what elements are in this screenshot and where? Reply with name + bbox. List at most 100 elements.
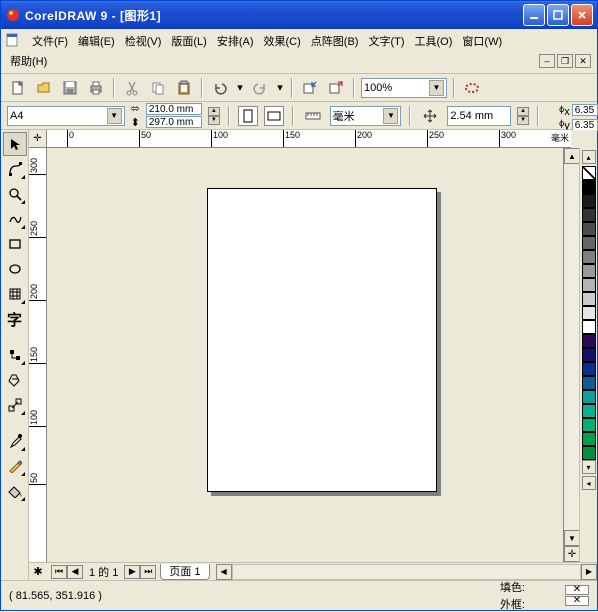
ellipse-tool[interactable] bbox=[3, 257, 27, 281]
paper-dropdown[interactable]: ▼ bbox=[107, 108, 122, 124]
drawing-page[interactable] bbox=[207, 188, 437, 492]
dup-x-input[interactable]: 6.35 bbox=[572, 104, 598, 116]
nudge-input[interactable]: 2.54 mm bbox=[447, 106, 511, 126]
import-button[interactable] bbox=[299, 77, 321, 99]
redo-button[interactable] bbox=[249, 77, 271, 99]
menu-layout[interactable]: 版面(L) bbox=[166, 31, 211, 51]
scroll-up-button[interactable]: ▲ bbox=[564, 148, 580, 164]
color-swatch[interactable] bbox=[582, 292, 596, 306]
color-swatch[interactable] bbox=[582, 194, 596, 208]
eyedropper-tool[interactable] bbox=[3, 429, 27, 453]
color-swatch[interactable] bbox=[582, 390, 596, 404]
color-swatch[interactable] bbox=[582, 236, 596, 250]
scroll-down-button[interactable]: ▼ bbox=[564, 530, 580, 546]
polygon-tool[interactable] bbox=[3, 282, 27, 306]
color-swatch[interactable] bbox=[582, 166, 596, 180]
horizontal-ruler[interactable]: 毫米 050100150200250300 bbox=[47, 130, 571, 148]
color-swatch[interactable] bbox=[582, 432, 596, 446]
palette-expand-button[interactable]: ◂ bbox=[582, 476, 596, 490]
outline-tool[interactable] bbox=[3, 454, 27, 478]
palette-down-button[interactable]: ▾ bbox=[582, 460, 596, 474]
interactive-fill-tool[interactable] bbox=[3, 343, 27, 367]
vertical-scrollbar[interactable]: ▲ ▼ ✛ bbox=[563, 148, 579, 562]
shape-tool[interactable] bbox=[3, 157, 27, 181]
drawing-canvas[interactable] bbox=[47, 148, 563, 562]
menu-edit[interactable]: 编辑(E) bbox=[73, 31, 120, 51]
units-dropdown[interactable]: ▼ bbox=[383, 108, 398, 124]
palette-up-button[interactable]: ▴ bbox=[582, 150, 596, 164]
menu-bitmaps[interactable]: 点阵图(B) bbox=[306, 31, 364, 51]
zoom-combo[interactable]: 100% ▼ bbox=[361, 78, 447, 98]
menu-file[interactable]: 文件(F) bbox=[27, 31, 73, 51]
next-page-button[interactable]: ▶ bbox=[124, 565, 140, 579]
app-launcher-button[interactable] bbox=[461, 77, 483, 99]
interactive-transparency-tool[interactable] bbox=[3, 368, 27, 392]
undo-button[interactable] bbox=[209, 77, 231, 99]
vertical-ruler[interactable]: 30025020015010050 bbox=[29, 148, 47, 562]
first-page-button[interactable]: ⏮ bbox=[51, 565, 67, 579]
cut-button[interactable] bbox=[121, 77, 143, 99]
outline-swatch[interactable] bbox=[565, 596, 589, 606]
rectangle-tool[interactable] bbox=[3, 232, 27, 256]
copy-button[interactable] bbox=[147, 77, 169, 99]
open-button[interactable] bbox=[33, 77, 55, 99]
maximize-button[interactable] bbox=[547, 4, 569, 26]
page-tab[interactable]: 页面 1 bbox=[160, 564, 209, 580]
save-button[interactable] bbox=[59, 77, 81, 99]
menu-help[interactable]: 帮助(H) bbox=[5, 51, 52, 71]
minimize-button[interactable] bbox=[523, 4, 545, 26]
menu-window[interactable]: 窗口(W) bbox=[457, 31, 507, 51]
page-height-input[interactable]: 297.0 mm bbox=[146, 116, 202, 128]
scroll-left-button[interactable]: ◀ bbox=[216, 564, 232, 580]
color-swatch[interactable] bbox=[582, 320, 596, 334]
mdi-restore-button[interactable]: ❐ bbox=[557, 54, 573, 68]
interactive-blend-tool[interactable] bbox=[3, 393, 27, 417]
portrait-button[interactable] bbox=[238, 106, 258, 126]
page-width-input[interactable]: 210.0 mm bbox=[146, 103, 202, 115]
mdi-close-button[interactable]: ✕ bbox=[575, 54, 591, 68]
color-swatch[interactable] bbox=[582, 222, 596, 236]
titlebar[interactable]: CorelDRAW 9 - [图形1] bbox=[1, 1, 597, 29]
color-swatch[interactable] bbox=[582, 404, 596, 418]
horizontal-scrollbar[interactable]: ◀ ▶ bbox=[216, 564, 597, 580]
color-swatch[interactable] bbox=[582, 250, 596, 264]
units-combo[interactable]: 毫米 ▼ bbox=[330, 106, 402, 126]
color-swatch[interactable] bbox=[582, 180, 596, 194]
color-swatch[interactable] bbox=[582, 348, 596, 362]
navigator-button[interactable]: ✛ bbox=[564, 546, 580, 562]
color-swatch[interactable] bbox=[582, 306, 596, 320]
menu-effects[interactable]: 效果(C) bbox=[259, 31, 306, 51]
export-button[interactable] bbox=[325, 77, 347, 99]
color-swatch[interactable] bbox=[582, 264, 596, 278]
paste-button[interactable] bbox=[173, 77, 195, 99]
freehand-tool[interactable] bbox=[3, 207, 27, 231]
new-button[interactable] bbox=[7, 77, 29, 99]
prev-page-button[interactable]: ◀ bbox=[67, 565, 83, 579]
color-swatch[interactable] bbox=[582, 362, 596, 376]
ruler-origin[interactable]: ✛ bbox=[29, 130, 47, 148]
fill-swatch[interactable] bbox=[565, 585, 589, 595]
menu-arrange[interactable]: 安排(A) bbox=[212, 31, 259, 51]
color-swatch[interactable] bbox=[582, 446, 596, 460]
zoom-dropdown[interactable]: ▼ bbox=[429, 80, 444, 96]
dim-spinner[interactable]: ▲▼ bbox=[208, 107, 220, 125]
fill-tool[interactable] bbox=[3, 479, 27, 503]
paper-size-combo[interactable]: A4 ▼ bbox=[7, 106, 125, 126]
print-button[interactable] bbox=[85, 77, 107, 99]
color-swatch[interactable] bbox=[582, 334, 596, 348]
landscape-button[interactable] bbox=[264, 106, 284, 126]
scroll-right-button[interactable]: ▶ bbox=[581, 564, 597, 580]
nudge-spinner[interactable]: ▲▼ bbox=[517, 107, 529, 125]
vscroll-track[interactable] bbox=[564, 164, 579, 530]
undo-dropdown[interactable]: ▾ bbox=[235, 77, 245, 99]
hscroll-track[interactable] bbox=[232, 564, 581, 580]
mdi-minimize-button[interactable]: – bbox=[539, 54, 555, 68]
zoom-tool[interactable] bbox=[3, 182, 27, 206]
color-swatch[interactable] bbox=[582, 376, 596, 390]
color-swatch[interactable] bbox=[582, 418, 596, 432]
redo-dropdown[interactable]: ▾ bbox=[275, 77, 285, 99]
menu-tools[interactable]: 工具(O) bbox=[410, 31, 458, 51]
text-tool[interactable]: 字 bbox=[3, 307, 27, 331]
pick-tool[interactable] bbox=[3, 132, 27, 156]
color-swatch[interactable] bbox=[582, 208, 596, 222]
